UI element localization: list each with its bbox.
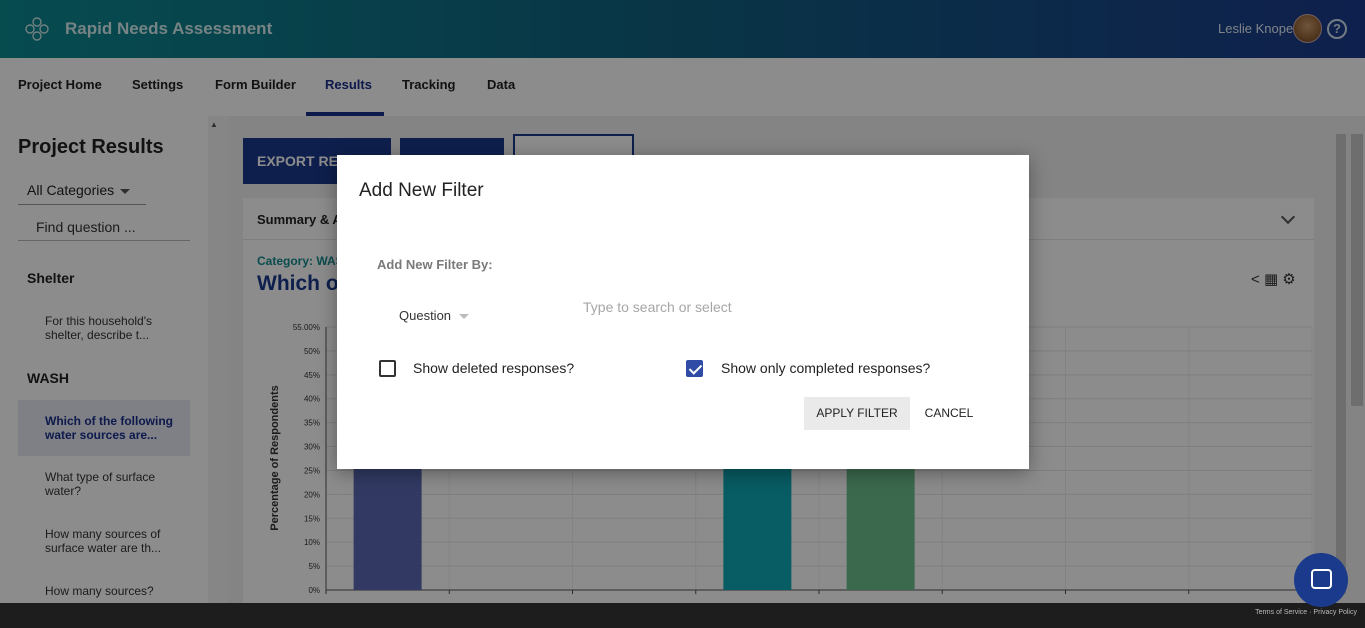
show-deleted-checkbox[interactable] bbox=[379, 360, 396, 377]
filter-type-value: Question bbox=[399, 308, 452, 323]
show-completed-checkbox[interactable] bbox=[686, 360, 703, 377]
chevron-down-icon bbox=[459, 314, 470, 320]
add-filter-dialog: Add New Filter Add New Filter By: Questi… bbox=[337, 155, 1029, 469]
show-completed-label: Show only completed responses? bbox=[721, 360, 931, 376]
footer: Terms of Service · Privacy Policy bbox=[0, 603, 1365, 628]
footer-links[interactable]: Terms of Service · Privacy Policy bbox=[1255, 609, 1357, 616]
apply-filter-button[interactable]: APPLY FILTER bbox=[804, 397, 910, 430]
show-deleted-label: Show deleted responses? bbox=[413, 360, 575, 376]
filter-type-select[interactable]: Question bbox=[399, 308, 470, 323]
chat-launcher-button[interactable] bbox=[1294, 553, 1348, 607]
dialog-subtitle: Add New Filter By: bbox=[377, 257, 493, 272]
filter-search-input[interactable] bbox=[583, 296, 1003, 318]
chat-icon bbox=[1311, 569, 1332, 589]
cancel-button[interactable]: CANCEL bbox=[917, 397, 981, 430]
dialog-title: Add New Filter bbox=[359, 180, 484, 201]
